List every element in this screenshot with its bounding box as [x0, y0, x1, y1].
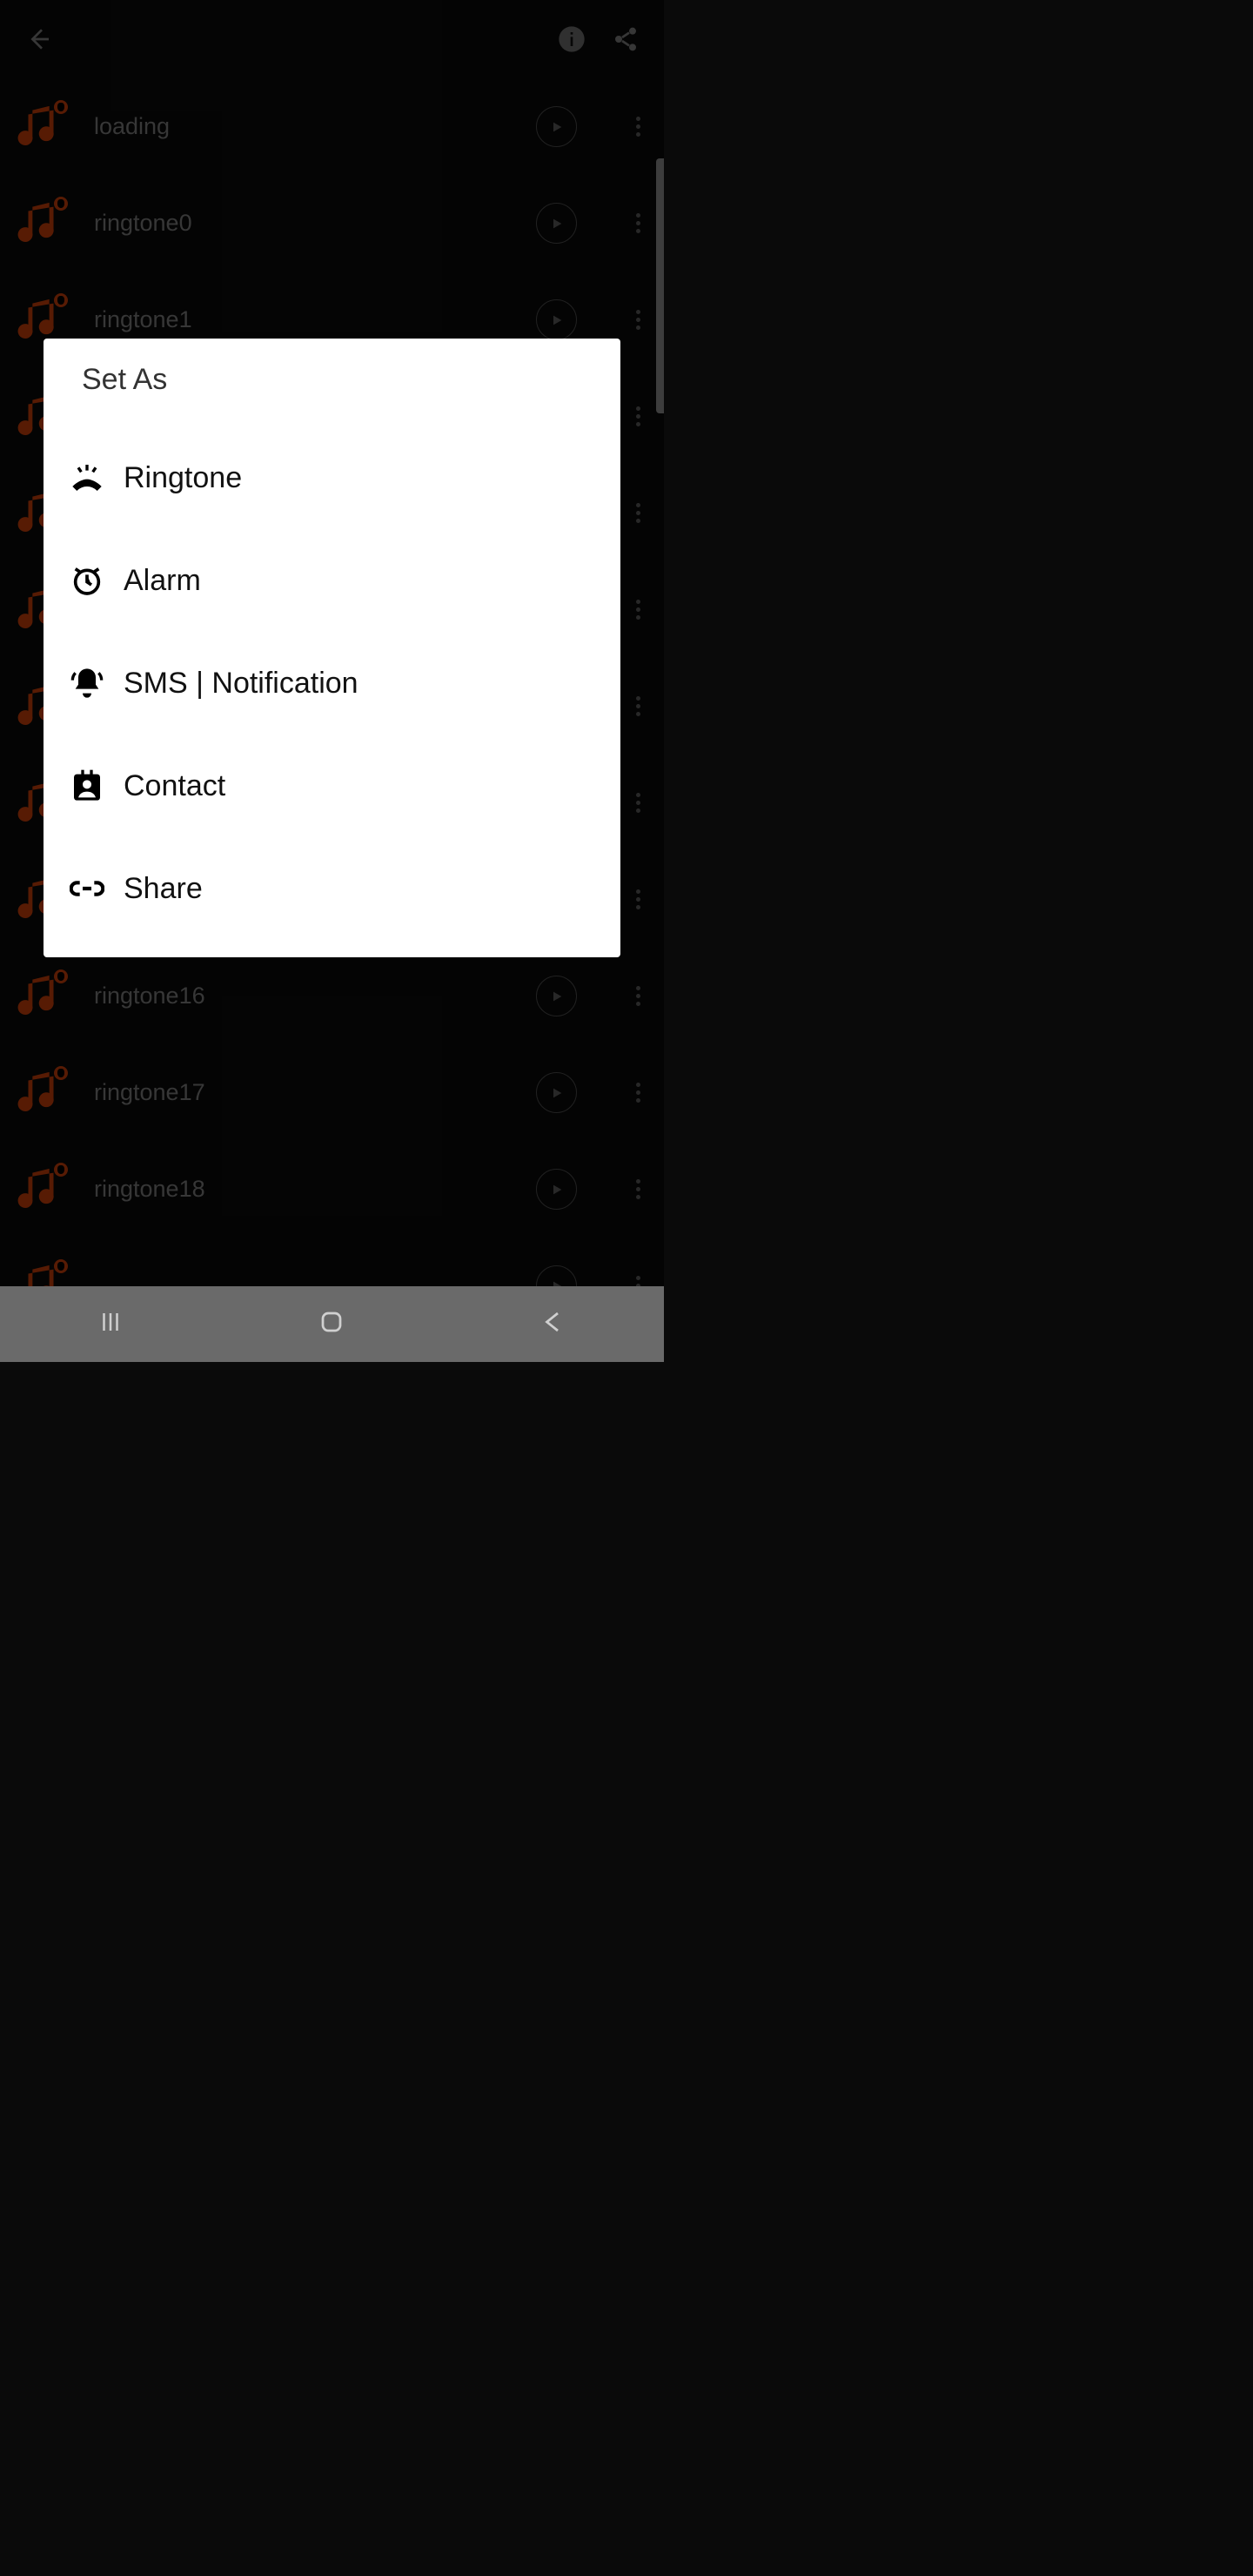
- dialog-item-ringtone[interactable]: Ringtone: [44, 426, 620, 529]
- android-navbar: [0, 1286, 664, 1362]
- home-button[interactable]: [318, 1309, 345, 1339]
- link-icon: [70, 871, 104, 906]
- dialog-item-label: SMS | Notification: [124, 667, 358, 701]
- recents-icon: [97, 1309, 124, 1335]
- contact-icon: [70, 768, 104, 803]
- dialog-item-sms[interactable]: SMS | Notification: [44, 632, 620, 735]
- dialog-item-label: Ringtone: [124, 461, 242, 495]
- ring-volume-icon: [70, 460, 104, 495]
- back-nav-button[interactable]: [540, 1309, 566, 1339]
- alarm-icon: [70, 563, 104, 598]
- dialog-item-label: Share: [124, 872, 203, 906]
- notification-icon: [70, 666, 104, 701]
- dialog-item-alarm[interactable]: Alarm: [44, 529, 620, 632]
- dialog-item-label: Contact: [124, 769, 225, 803]
- dialog-title: Set As: [44, 363, 620, 397]
- recents-button[interactable]: [97, 1309, 124, 1339]
- dialog-item-label: Alarm: [124, 564, 201, 598]
- set-as-dialog: Set As Ringtone Alarm SMS | Notification…: [44, 339, 620, 957]
- home-icon: [318, 1309, 345, 1335]
- dialog-item-share[interactable]: Share: [44, 837, 620, 940]
- dialog-item-contact[interactable]: Contact: [44, 735, 620, 837]
- nav-back-icon: [540, 1309, 566, 1335]
